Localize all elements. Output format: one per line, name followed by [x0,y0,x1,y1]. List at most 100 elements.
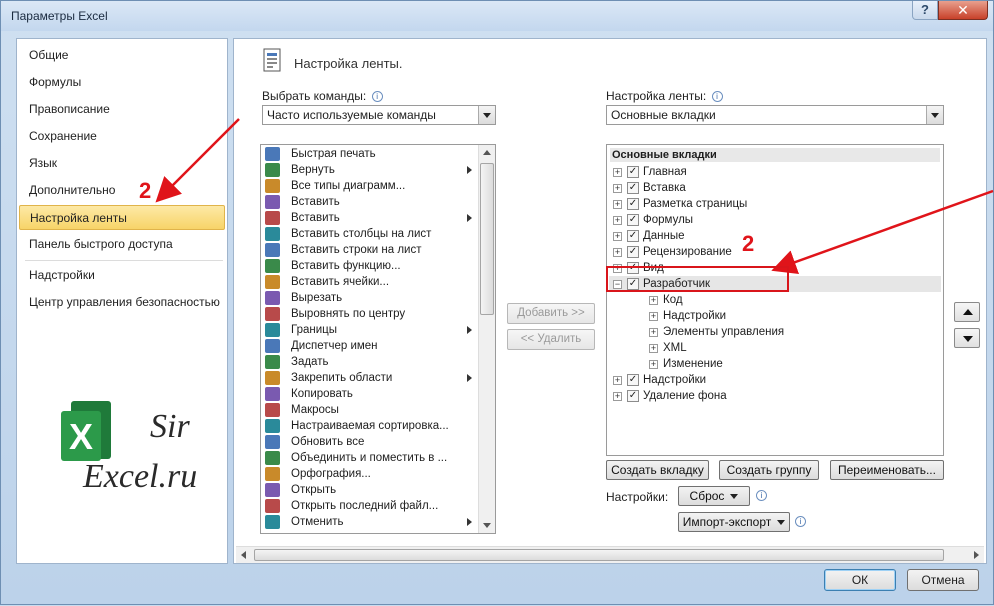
chevron-down-icon[interactable] [478,106,495,124]
command-item[interactable]: Вернуть [263,162,479,178]
tree-tab-item[interactable]: + ✓ Надстройки [609,372,941,388]
command-item[interactable]: Открыть последний файл... [263,498,479,514]
reset-button[interactable]: Сброс [678,486,750,506]
checkbox[interactable]: ✓ [627,198,639,210]
checkbox[interactable]: ✓ [627,214,639,226]
command-item[interactable]: Вырезать [263,290,479,306]
remove-button[interactable]: << Удалить [507,329,595,350]
command-item[interactable]: Орфография... [263,466,479,482]
tree-tab-item[interactable]: + ✓ Формулы [609,212,941,228]
command-item[interactable]: Макросы [263,402,479,418]
command-item[interactable]: Обновить все [263,434,479,450]
checkbox[interactable]: ✓ [627,230,639,242]
tree-group-item[interactable]: + Элементы управления [609,324,941,340]
tree-tab-item[interactable]: + ✓ Рецензирование [609,244,941,260]
chevron-down-icon[interactable] [926,106,943,124]
nav-item[interactable]: Надстройки [19,263,225,288]
tree-group-item[interactable]: + XML [609,340,941,356]
tree-group-item[interactable]: + Надстройки [609,308,941,324]
info-icon[interactable]: i [795,516,806,527]
new-group-button[interactable]: Создать группу [719,460,819,480]
command-item[interactable]: Задать [263,354,479,370]
move-up-button[interactable] [954,302,980,322]
expand-icon[interactable]: + [649,296,658,305]
ribbon-tabs-tree[interactable]: Основные вкладки + ✓ Главная + ✓ Вставка + ✓ Раз… [606,144,944,456]
nav-item[interactable]: Язык [19,151,225,176]
expand-icon[interactable]: + [649,312,658,321]
command-item[interactable]: Вставить строки на лист [263,242,479,258]
scroll-left-icon[interactable] [241,551,246,559]
nav-item[interactable]: Настройка ленты [19,205,225,230]
expand-icon[interactable]: + [613,168,622,177]
command-item[interactable]: Границы [263,322,479,338]
expand-icon[interactable]: + [613,232,622,241]
scroll-right-icon[interactable] [974,551,979,559]
command-item[interactable]: Диспетчер имен [263,338,479,354]
tree-tab-item[interactable]: + ✓ Удаление фона [609,388,941,404]
scroll-thumb[interactable] [254,549,944,561]
command-item[interactable]: Все типы диаграмм... [263,178,479,194]
tree-group-item[interactable]: + Изменение [609,356,941,372]
nav-item[interactable]: Панель быстрого доступа [19,232,225,257]
info-icon[interactable]: i [371,91,383,102]
command-item[interactable]: Выровнять по центру [263,306,479,322]
checkbox[interactable]: ✓ [627,246,639,258]
nav-item[interactable]: Формулы [19,70,225,95]
new-tab-button[interactable]: Создать вкладку [606,460,709,480]
expand-icon[interactable]: + [649,344,658,353]
expand-icon[interactable]: + [613,200,622,209]
expand-icon[interactable]: + [649,328,658,337]
close-button[interactable]: ✕ [938,1,988,20]
commands-scrollbar[interactable] [478,145,495,533]
tree-group-item[interactable]: + Код [609,292,941,308]
command-item[interactable]: Вставить [263,210,479,226]
command-item[interactable]: Открыть [263,482,479,498]
nav-item[interactable]: Дополнительно [19,178,225,203]
expand-icon[interactable]: + [613,248,622,257]
nav-item[interactable]: Правописание [19,97,225,122]
rename-button[interactable]: Переименовать... [830,460,944,480]
nav-item[interactable]: Общие [19,43,225,68]
ribbon-tabs-select[interactable]: Основные вкладки [606,105,944,125]
command-item[interactable]: Настраиваемая сортировка... [263,418,479,434]
add-button[interactable]: Добавить >> [507,303,595,324]
scroll-up-icon[interactable] [483,150,491,155]
tree-tab-item[interactable]: + ✓ Данные [609,228,941,244]
command-item[interactable]: Копировать [263,386,479,402]
expand-icon[interactable]: + [613,184,622,193]
horizontal-scrollbar[interactable] [236,546,984,563]
command-item[interactable]: Отменить [263,514,479,530]
checkbox[interactable]: ✓ [627,390,639,402]
checkbox[interactable]: ✓ [627,374,639,386]
choose-commands-select[interactable]: Часто используемые команды [262,105,496,125]
info-icon[interactable]: i [756,490,767,501]
nav-item[interactable]: Центр управления безопасностью [19,290,225,315]
command-item[interactable]: Вставить ячейки... [263,274,479,290]
open-icon [265,483,280,497]
ok-button[interactable]: ОК [824,569,896,591]
expand-icon[interactable]: + [613,216,622,225]
command-item[interactable]: Быстрая печать [263,146,479,162]
command-item[interactable]: Объединить и поместить в ... [263,450,479,466]
command-item[interactable]: Закрепить области [263,370,479,386]
tree-tab-item[interactable]: + ✓ Вставка [609,180,941,196]
nav-item[interactable]: Сохранение [19,124,225,149]
scroll-down-icon[interactable] [483,523,491,528]
command-item[interactable]: Вставить [263,194,479,210]
command-item[interactable]: Вставить функцию... [263,258,479,274]
checkbox[interactable]: ✓ [627,182,639,194]
cancel-button[interactable]: Отмена [907,569,979,591]
checkbox[interactable]: ✓ [627,166,639,178]
expand-icon[interactable]: + [613,376,622,385]
help-button[interactable]: ? [912,1,938,20]
commands-list[interactable]: Быстрая печать Вернуть Все типы диаграмм..… [260,144,496,534]
expand-icon[interactable]: + [613,392,622,401]
info-icon[interactable]: i [711,91,723,102]
command-item[interactable]: Вставить столбцы на лист [263,226,479,242]
scroll-thumb[interactable] [480,163,494,315]
move-down-button[interactable] [954,328,980,348]
expand-icon[interactable]: + [649,360,658,369]
import-export-button[interactable]: Импорт-экспорт [678,512,790,532]
tree-tab-item[interactable]: + ✓ Разметка страницы [609,196,941,212]
tree-tab-item[interactable]: + ✓ Главная [609,164,941,180]
